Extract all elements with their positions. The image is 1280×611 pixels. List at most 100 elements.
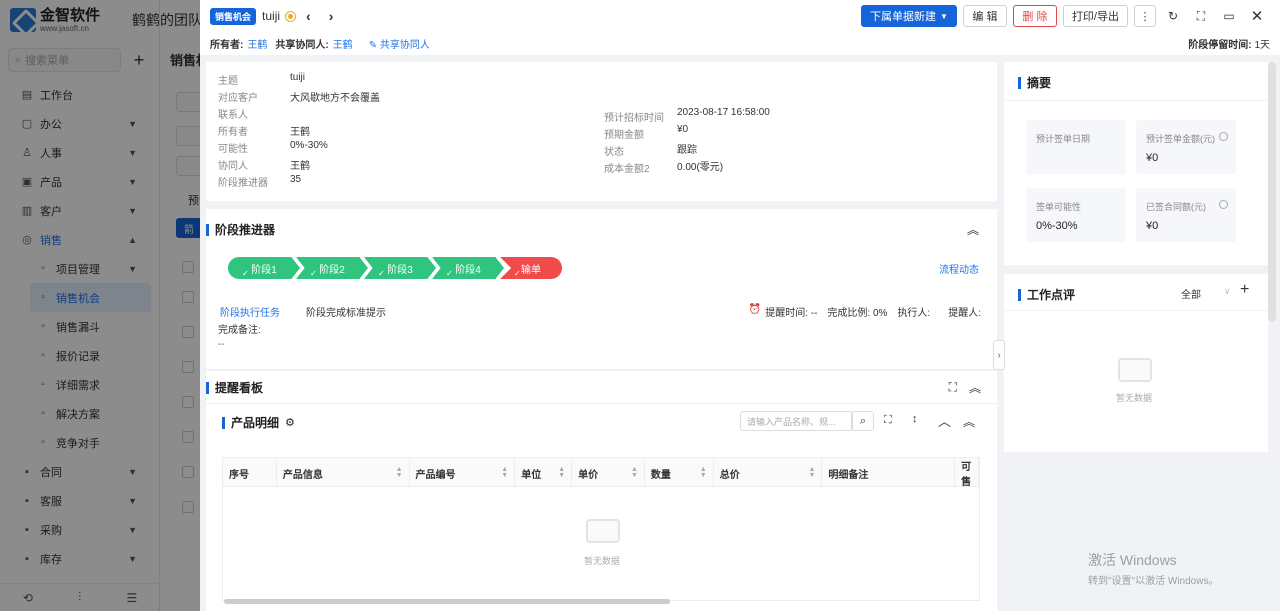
summary-title: 摘要: [1027, 76, 1052, 90]
sort-icon[interactable]: ▲ ▼: [396, 466, 403, 479]
sort-icon[interactable]: ▲ ▼: [808, 466, 815, 479]
watermark-line1: 激活 Windows: [1088, 552, 1177, 568]
column-header[interactable]: 单价 ▲ ▼: [572, 458, 645, 488]
reminder-board-title: 提醒看板: [215, 381, 264, 395]
summary-card-label: 已签合同额(元): [1146, 202, 1206, 212]
product-search-button[interactable]: ⌕: [852, 411, 874, 431]
delete-button[interactable]: 删 除: [1012, 5, 1057, 27]
comments-filter[interactable]: 全部: [1181, 286, 1201, 301]
sort-icon[interactable]: ▲ ▼: [631, 466, 638, 479]
column-header[interactable]: 总价 ▲ ▼: [714, 458, 823, 488]
column-header[interactable]: 数量 ▲ ▼: [645, 458, 714, 488]
info-value: 跟踪: [677, 145, 697, 156]
co-link[interactable]: 王鹤: [333, 36, 353, 51]
summary-card-label: 预计签单日期: [1036, 134, 1091, 144]
executor: 执行人:: [897, 308, 931, 319]
collapse-up-icon[interactable]: ︽: [967, 221, 979, 238]
product-search-input[interactable]: 请输入产品名称、规...: [740, 411, 852, 431]
stage-standard-label: 阶段完成标准提示: [306, 308, 386, 319]
settings-gear-icon[interactable]: ⚙: [285, 416, 295, 429]
column-header[interactable]: 序号: [223, 458, 277, 488]
info-value: 王鹤: [290, 161, 310, 172]
fullscreen-icon[interactable]: ⛶: [949, 380, 957, 395]
stage-stay: 阶段停留时间: 1天: [1188, 36, 1270, 51]
info-label: 对应客户: [218, 93, 258, 104]
remark-label: 完成备注:: [218, 325, 261, 336]
summary-card: 预计签单金额(元) ¥0: [1136, 120, 1236, 174]
drawer-header: 销售机会 tuiji ‹ › 下属单据新建 ▼ 编 辑 删 除 打印/导出 ⋮ ↻…: [200, 0, 1280, 55]
clock-icon: [1219, 132, 1228, 141]
column-header-label: 序号: [229, 469, 249, 481]
print-export-button[interactable]: 打印/导出: [1062, 5, 1128, 27]
summary-card-value: ¥0: [1146, 152, 1159, 164]
column-header[interactable]: 产品编号 ▲ ▼: [410, 458, 516, 488]
flow-link[interactable]: 流程动态: [939, 261, 979, 276]
close-icon[interactable]: ✕: [1246, 5, 1268, 27]
stage-advancer-panel: 阶段推进器 ︽ ✓ 阶段1 ✓ 阶段2 ✓ 阶段3 ✓ 阶段4 ✓ 输单 流程动态 阶段执行任务 …: [206, 209, 997, 369]
stage-step-2[interactable]: ✓ 阶段3: [364, 257, 436, 279]
column-height-icon[interactable]: ↕: [912, 413, 918, 425]
minimize-icon[interactable]: ▭: [1218, 5, 1240, 27]
record-name: tuiji: [262, 9, 281, 23]
prev-record-icon[interactable]: ‹: [306, 8, 311, 24]
stage-meta: ⏰ 提醒时间: -- 完成比例: 0% 执行人: 提醒人:: [749, 304, 981, 319]
new-sub-document-button[interactable]: 下属单据新建 ▼: [861, 5, 957, 27]
column-header-label: 总价: [719, 469, 740, 481]
share-collaborator-button[interactable]: ✎ 共享协同人: [369, 36, 430, 51]
column-header[interactable]: 可售: [955, 458, 980, 488]
sort-icon[interactable]: ▲ ▼: [700, 466, 707, 479]
sort-icon[interactable]: ▲ ▼: [501, 466, 508, 479]
owner-link[interactable]: 王鹤: [247, 36, 267, 51]
summary-card-value: 0%-30%: [1036, 220, 1078, 232]
fullscreen-icon[interactable]: ⛶: [1190, 5, 1212, 27]
info-value: tuiji: [290, 72, 306, 83]
stage-stay-label: 阶段停留时间:: [1188, 40, 1252, 51]
column-header[interactable]: 产品信息 ▲ ▼: [277, 458, 410, 488]
add-comment-icon[interactable]: +: [1240, 281, 1249, 299]
stage-step-1[interactable]: ✓ 阶段2: [296, 257, 368, 279]
info-label: 状态: [604, 147, 624, 158]
stage-label: 阶段1: [251, 264, 277, 276]
info-label: 可能性: [218, 144, 248, 155]
chevron-up-icon[interactable]: ︿: [938, 411, 951, 430]
collapse-up-icon[interactable]: ︽: [963, 413, 975, 430]
info-value: 0.00(零元): [677, 162, 724, 173]
refresh-icon[interactable]: ↻: [1162, 5, 1184, 27]
info-value: 0%-30%: [290, 140, 328, 151]
alarm-icon: ⏰: [748, 304, 762, 315]
co-label: 共享协同人:: [275, 40, 329, 51]
check-icon: ✓: [310, 269, 317, 278]
clock-icon: [1219, 200, 1228, 209]
horizontal-scrollbar[interactable]: [224, 599, 670, 604]
product-search-placeholder: 请输入产品名称、规...: [747, 416, 836, 427]
collapse-up-icon[interactable]: ︽: [969, 379, 981, 396]
stage-task-link[interactable]: 阶段执行任务: [220, 304, 280, 319]
edit-button[interactable]: 编 辑: [962, 5, 1007, 27]
chevron-down-icon: ▼: [940, 11, 948, 21]
chevron-down-icon[interactable]: ∨: [1224, 286, 1231, 297]
collapse-side-icon[interactable]: ›: [993, 340, 1005, 370]
column-header-label: 数量: [650, 469, 671, 481]
vertical-scrollbar[interactable]: [1268, 62, 1276, 322]
stage-label: 阶段3: [387, 264, 413, 276]
advancer-title: 阶段推进器: [215, 223, 276, 237]
reminder-board-panel: 提醒看板 ⛶ ︽ 产品明细 ⚙ 请输入产品名称、规... ⌕ ⛶ ↕ ︿ ︽ 序号…: [206, 371, 997, 611]
info-label: 阶段推进器: [218, 178, 268, 189]
fullscreen-icon[interactable]: ⛶: [884, 414, 892, 427]
more-icon[interactable]: ⋮: [1134, 5, 1156, 27]
favorite-icon[interactable]: [285, 10, 297, 22]
stage-step-4[interactable]: ✓ 输单: [500, 257, 562, 279]
summary-card: 已签合同额(元) ¥0: [1136, 188, 1236, 242]
info-value[interactable]: 大风歇地方不会覆盖: [290, 89, 380, 104]
next-record-icon[interactable]: ›: [329, 8, 334, 24]
column-header[interactable]: 明细备注: [822, 458, 956, 488]
detail-drawer: 销售机会 tuiji ‹ › 下属单据新建 ▼ 编 辑 删 除 打印/导出 ⋮ ↻…: [200, 0, 1280, 611]
stage-label: 输单: [521, 264, 541, 276]
sort-icon[interactable]: ▲ ▼: [558, 466, 565, 479]
column-header-label: 单位: [521, 469, 542, 481]
stage-step-3[interactable]: ✓ 阶段4: [432, 257, 504, 279]
share-collaborator-label: 共享协同人: [379, 40, 430, 51]
stage-step-0[interactable]: ✓ 阶段1: [228, 257, 300, 279]
watermark-line2: 转到"设置"以激活 Windows。: [1088, 576, 1219, 587]
column-header[interactable]: 单位 ▲ ▼: [515, 458, 573, 488]
